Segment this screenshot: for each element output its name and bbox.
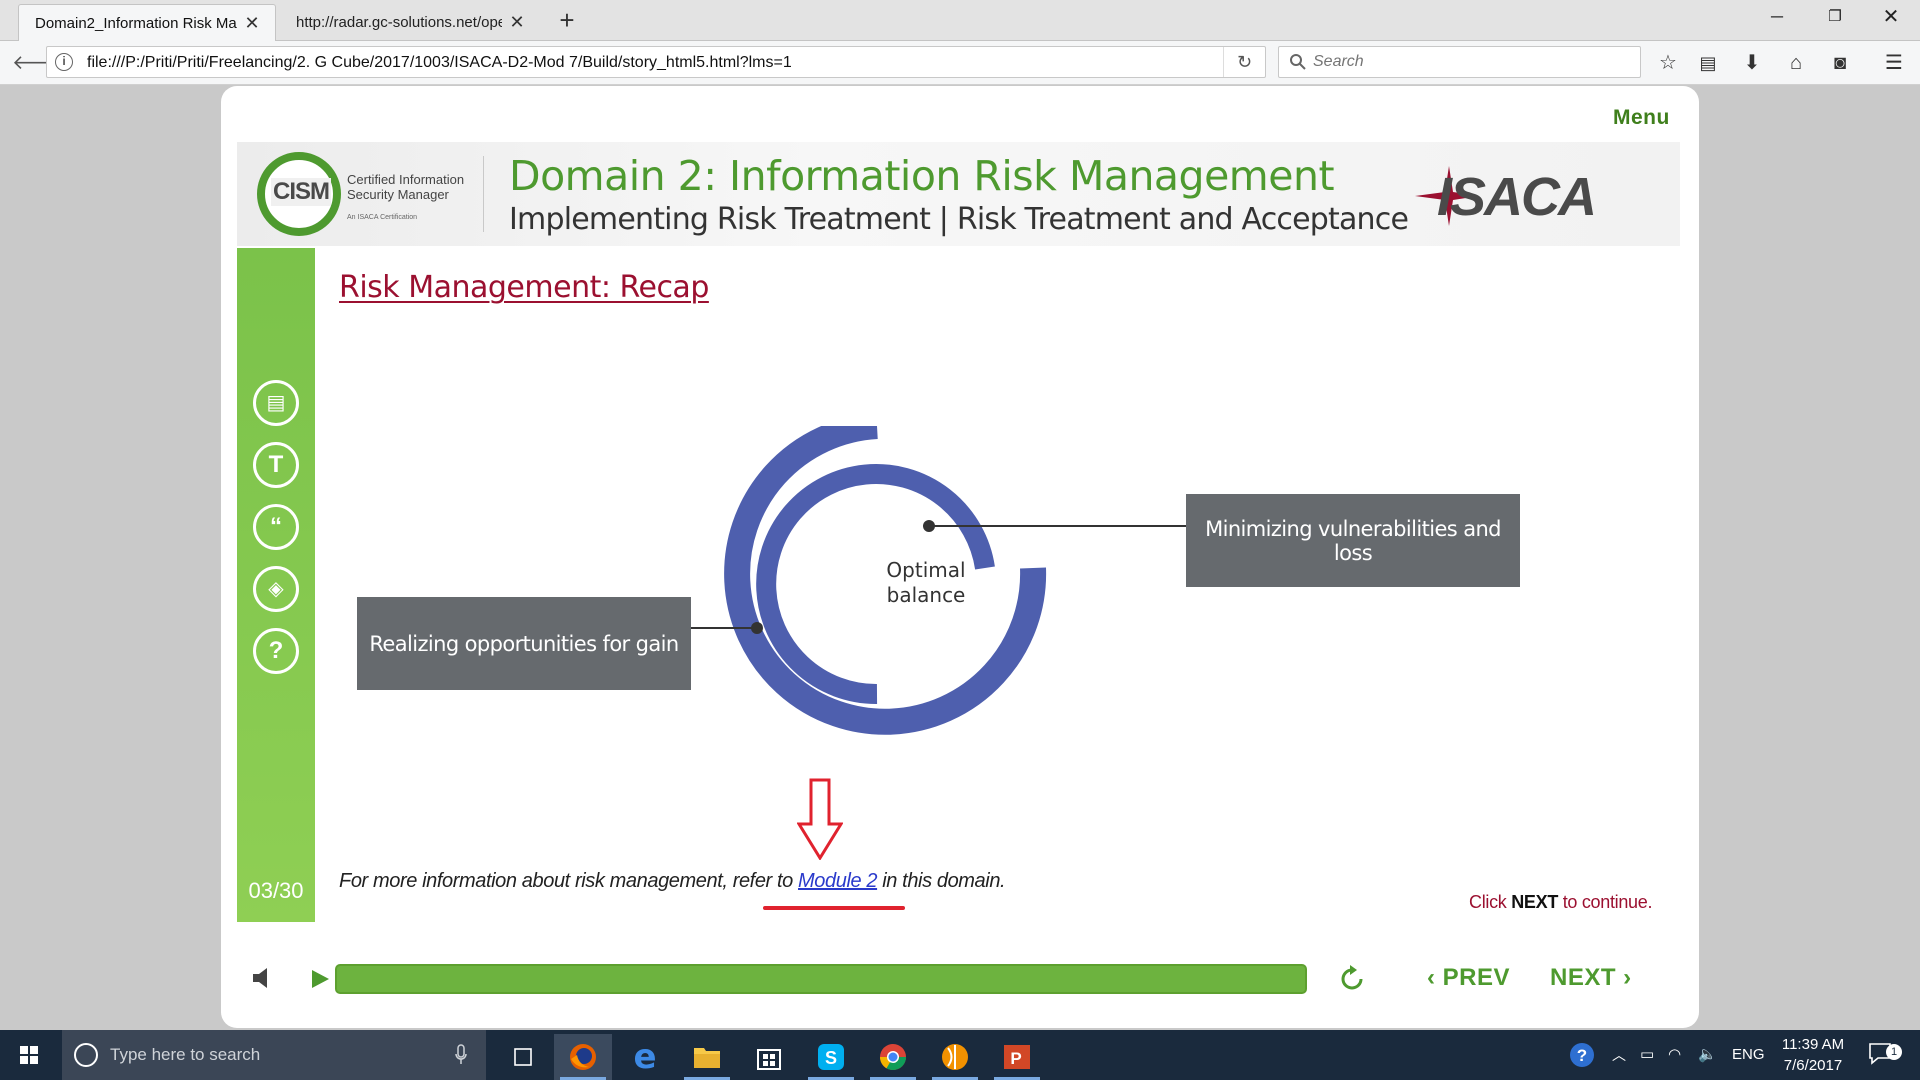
continue-instruction: Click NEXT to continue. <box>1469 892 1653 912</box>
cism-logo: CISM <box>271 178 331 206</box>
slide-title: Risk Management: Recap <box>339 270 709 305</box>
search-input[interactable] <box>1313 51 1623 73</box>
svg-text:?: ? <box>1577 1046 1587 1065</box>
course-banner: CISM Certified Information Security Mana… <box>237 142 1680 246</box>
right-connector-dot <box>923 520 935 532</box>
play-icon[interactable] <box>309 968 331 990</box>
tab-title: Domain2_Information Risk Mana <box>35 15 237 32</box>
chrome-icon[interactable] <box>864 1034 922 1080</box>
module-2-link[interactable]: Module 2 <box>798 870 877 892</box>
progress-bar[interactable] <box>335 964 1307 994</box>
task-view-icon[interactable] <box>494 1034 552 1080</box>
cism-tagline: Certified Information Security Manager <box>347 172 465 202</box>
minimize-window-button[interactable]: ─ <box>1754 0 1800 34</box>
browser-tab-bar: Domain2_Information Risk Mana ✕ http://r… <box>0 0 1920 42</box>
close-icon[interactable]: ✕ <box>243 13 261 34</box>
quote-icon[interactable]: “ <box>253 504 299 550</box>
microphone-icon[interactable] <box>454 1044 468 1066</box>
red-highlight-underline <box>763 906 905 910</box>
reading-list-icon[interactable]: ▤ <box>1694 49 1722 77</box>
slide-counter: 03/30 <box>248 878 304 903</box>
new-tab-button[interactable]: + <box>552 6 582 36</box>
battery-icon[interactable]: ▭ <box>1640 1030 1654 1080</box>
close-window-button[interactable]: ✕ <box>1868 0 1914 34</box>
svg-text:P: P <box>1010 1049 1021 1068</box>
url-bar[interactable]: i file:///P:/Priti/Priti/Freelancing/2. … <box>46 46 1266 78</box>
left-connector-dot <box>751 622 763 634</box>
taskbar-search-placeholder: Type here to search <box>110 1045 261 1064</box>
wifi-icon[interactable]: ◠ <box>1668 1030 1681 1080</box>
menu-button[interactable]: Menu <box>1613 106 1670 130</box>
firefox-icon[interactable] <box>554 1034 612 1080</box>
speaker-icon[interactable] <box>251 966 273 990</box>
info-text-before: For more information about risk manageme… <box>339 870 799 892</box>
windows-start-icon[interactable] <box>0 1030 58 1080</box>
center-label-line2: balance <box>886 583 966 607</box>
banner-divider <box>483 156 484 232</box>
close-icon[interactable]: ✕ <box>508 12 526 33</box>
glossary-t-icon[interactable]: T <box>253 442 299 488</box>
bookmark-star-icon[interactable]: ☆ <box>1654 49 1682 77</box>
language-indicator[interactable]: ENG <box>1732 1030 1765 1080</box>
chevron-right-icon: › <box>1616 964 1632 991</box>
url-text[interactable]: file:///P:/Priti/Priti/Freelancing/2. G … <box>87 54 792 72</box>
module-subtitle: Implementing Risk Treatment | Risk Treat… <box>509 202 1409 237</box>
layers-icon[interactable]: ◈ <box>253 566 299 612</box>
tab-radar[interactable]: http://radar.gc-solutions.net/ope ✕ <box>280 4 540 41</box>
center-label-line1: Optimal <box>886 558 966 582</box>
realizing-opportunities-box: Realizing opportunities for gain <box>357 597 691 690</box>
chevron-left-icon: ‹ <box>1427 964 1443 991</box>
powerpoint-icon[interactable]: P <box>988 1034 1046 1080</box>
volume-icon[interactable]: 🔈 <box>1698 1030 1717 1080</box>
info-text-after: in this domain. <box>877 870 1006 892</box>
prev-label: PREV <box>1442 964 1511 991</box>
tab-title: http://radar.gc-solutions.net/ope <box>296 14 502 31</box>
svg-text:S: S <box>825 1048 837 1068</box>
next-button[interactable]: NEXT › <box>1550 964 1632 992</box>
document-icon[interactable]: ▤ <box>253 380 299 426</box>
pocket-icon[interactable]: ◙ <box>1826 49 1854 77</box>
chevron-up-icon[interactable]: ︿ <box>1612 1030 1626 1080</box>
replay-icon[interactable] <box>1337 964 1367 994</box>
back-button[interactable]: 🡐 <box>12 49 66 77</box>
minimizing-vulnerabilities-box: Minimizing vulnerabilities and loss <box>1186 494 1520 587</box>
taskbar-search-box[interactable]: Type here to search <box>62 1030 486 1080</box>
browser-search-bar[interactable] <box>1278 46 1641 78</box>
restore-window-button[interactable]: ❐ <box>1812 0 1858 34</box>
clock-time: 11:39 AM <box>1781 1036 1845 1053</box>
course-sidebar: ▤ T “ ◈ ? 03/30 <box>237 248 315 922</box>
hamburger-menu-icon[interactable]: ☰ <box>1880 49 1908 77</box>
reload-icon[interactable]: ↻ <box>1223 47 1265 77</box>
diagram-center-label: Optimal balance <box>876 558 976 608</box>
windows-taskbar: Type here to search e S P ? ︿ ▭ ◠ 🔈 ENG … <box>0 1030 1920 1080</box>
next-label: NEXT <box>1550 964 1617 991</box>
action-center-icon[interactable]: 1 <box>1868 1030 1902 1080</box>
system-clock[interactable]: 11:39 AM 7/6/2017 <box>1773 1034 1853 1076</box>
isaca-logo: ISACA <box>1437 167 1597 227</box>
cortana-icon <box>74 1043 98 1067</box>
download-icon[interactable]: ⬇ <box>1738 49 1766 77</box>
media-player-icon[interactable] <box>926 1034 984 1080</box>
course-player: Menu CISM Certified Information Security… <box>221 86 1699 1028</box>
clock-date: 7/6/2017 <box>1783 1057 1843 1074</box>
cism-subtag: An ISACA Certification <box>347 214 418 221</box>
home-icon[interactable]: ⌂ <box>1782 49 1810 77</box>
search-icon <box>1290 54 1306 70</box>
prev-button[interactable]: ‹ PREV <box>1427 964 1510 992</box>
browser-nav-bar: 🡐 i file:///P:/Priti/Priti/Freelancing/2… <box>0 41 1920 85</box>
skype-icon[interactable]: S <box>802 1034 860 1080</box>
info-icon[interactable]: i <box>55 53 73 71</box>
tab-course[interactable]: Domain2_Information Risk Mana ✕ <box>18 4 276 42</box>
domain-title: Domain 2: Information Risk Management <box>509 152 1335 200</box>
help-icon[interactable]: ? <box>253 628 299 674</box>
file-explorer-icon[interactable] <box>678 1034 736 1080</box>
red-down-arrow-icon <box>797 778 843 860</box>
more-info-text: For more information about risk manageme… <box>339 870 1006 893</box>
player-controls: ‹ PREV NEXT › <box>237 946 1680 1010</box>
store-icon[interactable] <box>740 1034 798 1080</box>
edge-icon[interactable]: e <box>616 1034 674 1080</box>
help-tray-icon[interactable]: ? <box>1568 1030 1596 1080</box>
notification-count: 1 <box>1886 1044 1902 1060</box>
